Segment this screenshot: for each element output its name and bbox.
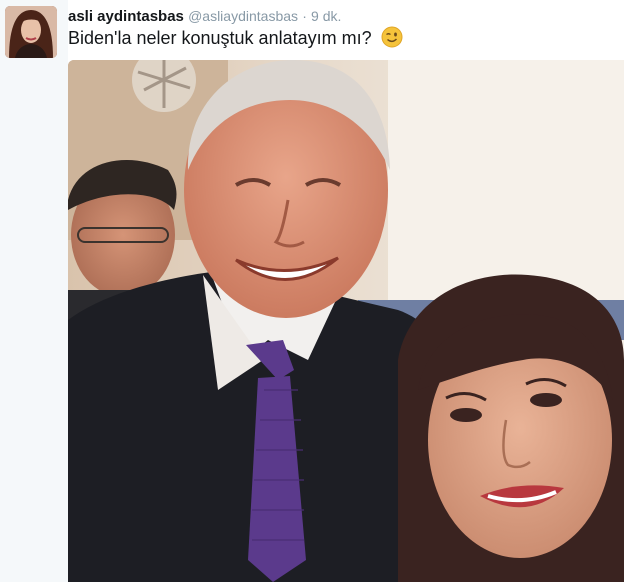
header-separator: · xyxy=(302,8,307,24)
tweet-header: asli aydintasbas @asliaydintasbas · 9 dk… xyxy=(68,6,341,27)
winking-face-emoji-icon xyxy=(381,26,403,54)
avatar-image xyxy=(5,6,57,58)
tweet-photo[interactable] xyxy=(68,60,624,582)
tweet-text: Biden'la neler konuştuk anlatayım mı? xyxy=(68,28,372,48)
author-name[interactable]: asli aydintasbas xyxy=(68,8,184,25)
left-rail xyxy=(0,0,68,582)
tweet-timestamp[interactable]: 9 dk. xyxy=(311,8,341,24)
tweet-text-row: Biden'la neler konuştuk anlatayım mı? xyxy=(68,26,403,54)
author-handle[interactable]: @asliaydintasbas xyxy=(188,8,298,24)
author-avatar[interactable] xyxy=(5,6,57,58)
selfie-photo-image xyxy=(68,60,624,582)
